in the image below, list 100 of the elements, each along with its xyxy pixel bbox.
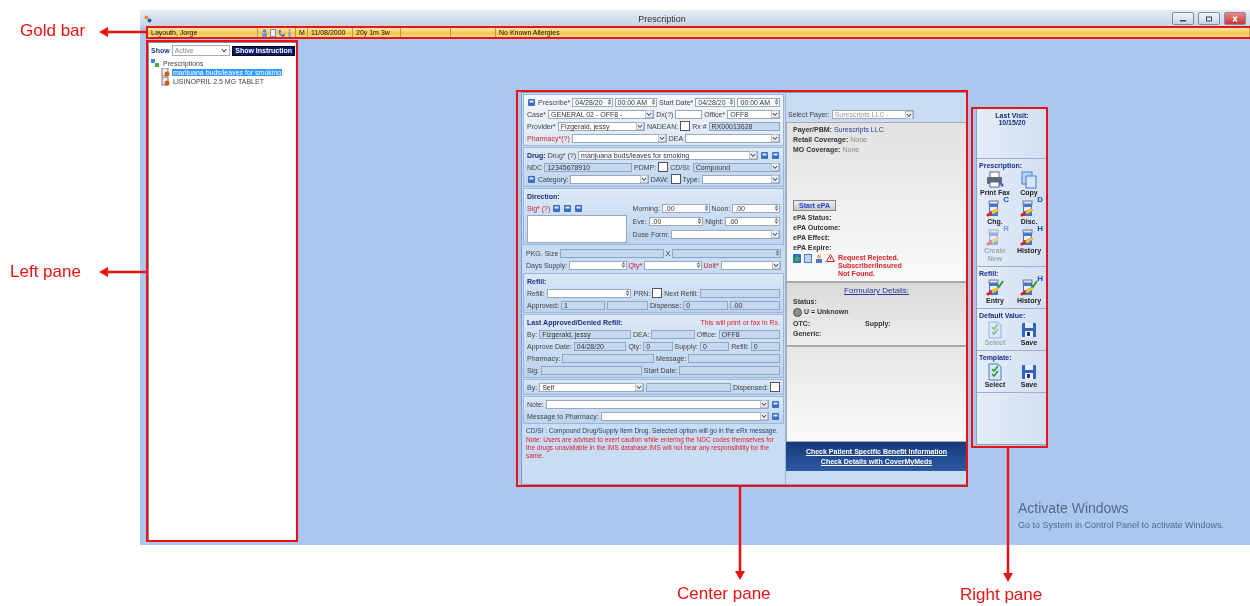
checkbox[interactable] (652, 288, 663, 298)
checkbox[interactable] (770, 382, 780, 392)
tool-icon[interactable] (527, 97, 536, 107)
activation-title: Activate Windows (1018, 500, 1130, 516)
text-field[interactable] (646, 382, 731, 392)
minimize-button[interactable] (1172, 12, 1194, 25)
spinner-arrows-icon (703, 204, 709, 212)
close-button[interactable] (1224, 12, 1246, 25)
text-field[interactable] (562, 353, 655, 363)
caret-icon (904, 110, 913, 119)
tool-icon[interactable] (552, 203, 562, 213)
dropdown-field[interactable] (600, 411, 769, 421)
icon-letter: C (1003, 196, 1009, 204)
copy-icon (1020, 171, 1038, 189)
caret-icon (749, 151, 757, 159)
warning-icon (826, 254, 835, 262)
dropdown-field[interactable] (570, 174, 649, 184)
text-field[interactable] (651, 329, 695, 339)
text-field[interactable] (560, 248, 664, 258)
dropdown-field[interactable] (685, 133, 780, 143)
text-field[interactable] (688, 353, 780, 363)
icon-letter: H (1037, 275, 1043, 283)
activation-text: Go to System in Control Panel to activate Windows. (1018, 520, 1225, 530)
dropdown-field[interactable] (571, 133, 667, 143)
text-field[interactable] (679, 365, 780, 375)
tool-icon[interactable] (771, 399, 780, 409)
text-field[interactable] (541, 365, 642, 375)
pill-bottle-check-icon (986, 279, 1004, 297)
tool-icon[interactable] (760, 150, 769, 160)
spinner-field[interactable] (644, 260, 702, 270)
info-icon[interactable] (287, 28, 292, 37)
caret-icon (221, 48, 228, 53)
caret-icon (657, 134, 666, 142)
text-field[interactable] (675, 109, 703, 119)
tool-icon[interactable] (574, 203, 584, 213)
spinner-field[interactable] (672, 248, 781, 258)
tool-icon[interactable] (771, 150, 780, 160)
document-check-icon (986, 363, 1004, 381)
caret-icon (639, 175, 648, 183)
phone-icon[interactable] (278, 28, 285, 37)
annotation-label: Gold bar (20, 21, 86, 41)
dropdown-field[interactable] (701, 174, 780, 184)
document-icon[interactable] (270, 28, 276, 37)
spinner-arrows-icon (774, 98, 779, 106)
caret-icon (771, 163, 779, 171)
checkbox[interactable] (680, 121, 691, 131)
close-icon (1231, 15, 1239, 22)
dropdown-field[interactable] (545, 399, 769, 409)
caret-icon (771, 134, 779, 142)
pill-bottle-check-icon (1020, 279, 1038, 297)
app-icon (144, 14, 152, 23)
caret-icon (645, 110, 654, 118)
dropdown-field[interactable] (720, 260, 781, 270)
dropdown-field[interactable] (671, 229, 780, 239)
spinner-arrows-icon (729, 98, 735, 106)
tool-icon[interactable] (563, 203, 573, 213)
text-field[interactable] (700, 288, 780, 298)
person-icon[interactable] (261, 28, 268, 37)
annotation-arrow (99, 266, 146, 278)
caret-icon (772, 261, 780, 269)
restore-button[interactable] (1198, 12, 1220, 25)
folder-tree-icon (151, 59, 160, 68)
spinner-arrows-icon (695, 261, 701, 269)
caret-icon (636, 122, 644, 130)
prescription-doc-icon (161, 77, 170, 86)
icon-letter: D (1037, 196, 1043, 204)
spinner-arrows-icon (606, 98, 612, 106)
checkbox[interactable] (670, 174, 681, 184)
spinner-field[interactable] (546, 288, 632, 298)
globe-icon[interactable] (793, 254, 801, 263)
text-field[interactable] (607, 300, 648, 310)
spinner-arrows-icon (774, 204, 779, 212)
prescription-doc-icon (161, 68, 170, 77)
document-icon[interactable] (804, 254, 812, 263)
annotation-label: Center pane (677, 584, 771, 604)
spinner-arrows-icon (775, 249, 780, 257)
annotation-arrow (99, 26, 146, 38)
tool-icon[interactable] (771, 411, 780, 421)
caret-icon (760, 412, 768, 420)
caret-icon (771, 230, 779, 238)
annotation-label: Right pane (960, 585, 1043, 605)
icon-letter: R (1003, 225, 1009, 233)
formulary-title: Formulary Details: (844, 286, 909, 295)
document-check-icon (986, 321, 1004, 339)
caret-icon (635, 383, 644, 391)
window-title: Prescription (638, 13, 686, 24)
person-icon[interactable] (815, 254, 823, 263)
sig-text-area[interactable] (527, 215, 627, 243)
spinner-arrows-icon (697, 217, 703, 225)
checkbox[interactable] (658, 162, 669, 172)
spinner-arrows-icon (625, 289, 631, 297)
caret-icon (760, 400, 768, 408)
tool-icon[interactable] (527, 174, 536, 184)
caret-icon (771, 175, 779, 183)
spinner-arrows-icon (651, 98, 657, 106)
spinner-field[interactable] (569, 260, 627, 270)
spinner-arrows-icon (620, 261, 626, 269)
spinner-arrows-icon (774, 217, 779, 225)
printer-icon (986, 171, 1004, 189)
icon-letter: H (1037, 225, 1043, 233)
